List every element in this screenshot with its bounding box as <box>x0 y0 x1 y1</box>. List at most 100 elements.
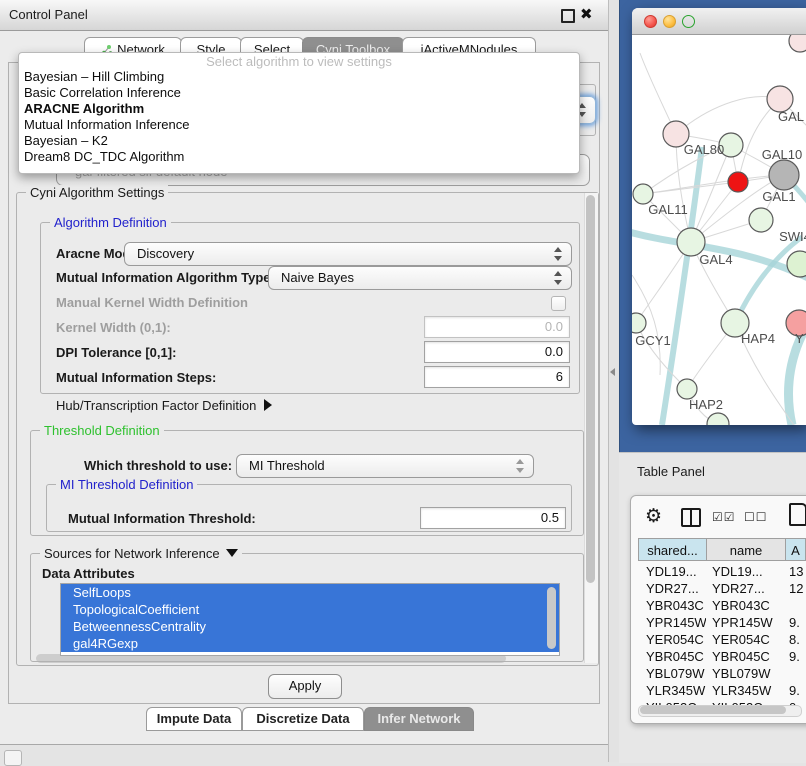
tab-discretize-data-label: Discretize Data <box>256 711 349 726</box>
table-cell: YBR043C <box>706 597 785 614</box>
apply-button[interactable]: Apply <box>268 674 342 699</box>
manual-kernel-width-label: Manual Kernel Width Definition <box>56 295 248 310</box>
table-row[interactable]: YBR045CYBR045C9. <box>638 648 806 665</box>
column-header-name[interactable]: name <box>706 538 785 561</box>
which-threshold-value: MI Threshold <box>249 455 325 477</box>
tab-impute-data[interactable]: Impute Data <box>146 707 242 731</box>
network-node-gal10[interactable] <box>769 160 799 190</box>
checked-columns-icon[interactable]: ☑☑ <box>712 510 736 524</box>
table-horizontal-scrollbar-thumb[interactable] <box>640 706 786 714</box>
control-panel-title: Control Panel <box>9 0 88 29</box>
list-scrollbar-thumb[interactable] <box>547 587 556 649</box>
table-cell: 12 <box>785 580 803 597</box>
table-row[interactable]: YDL19...YDL19...13 <box>638 563 806 580</box>
table-cell: 8. <box>785 631 800 648</box>
table-row[interactable]: YBR043CYBR043C <box>638 597 806 614</box>
node-label: GAL10 <box>762 147 802 162</box>
node-label: GAL11 <box>648 202 688 217</box>
algorithm-option[interactable]: Bayesian – K2 <box>19 133 579 149</box>
aracne-mode-combobox[interactable]: Discovery <box>124 242 572 266</box>
network-window-titlebar[interactable] <box>632 8 806 35</box>
threshold-definition-title: Threshold Definition <box>40 423 164 438</box>
algorithm-option[interactable]: ARACNE Algorithm <box>19 101 579 117</box>
unchecked-columns-icon[interactable]: ☐☐ <box>744 510 768 524</box>
hub-factor-section[interactable]: Hub/Transcription Factor Definition <box>56 398 272 413</box>
network-node-hap2[interactable] <box>677 379 697 399</box>
mi-algorithm-type-value: Naive Bayes <box>281 267 354 289</box>
tab-impute-data-label: Impute Data <box>157 711 231 726</box>
dpi-tolerance-field[interactable]: 0.0 <box>424 341 570 363</box>
network-window[interactable]: GALGAL80GAL10GAL11GAL1SWI4GAL4GCY1HAP4YH… <box>632 8 806 425</box>
table-cell: 9. <box>785 614 800 631</box>
network-node[interactable] <box>728 172 748 192</box>
data-attribute-item[interactable]: SelfLoops <box>61 584 559 601</box>
table-row[interactable]: YBL079WYBL079W <box>638 665 806 682</box>
data-attribute-item[interactable]: gal4RGexp <box>61 635 559 652</box>
table-cell: YPR145W <box>706 614 785 631</box>
mi-threshold-field[interactable]: 0.5 <box>420 507 566 529</box>
network-canvas[interactable]: GALGAL80GAL10GAL11GAL1SWI4GAL4GCY1HAP4YH… <box>632 35 806 425</box>
table-cell: YDL19... <box>706 563 785 580</box>
table-cell: YBR045C <box>706 648 785 665</box>
combo-arrows-icon <box>554 271 563 285</box>
network-node[interactable] <box>789 35 806 52</box>
table-row[interactable]: YER054CYER054C8. <box>638 631 806 648</box>
tab-discretize-data[interactable]: Discretize Data <box>242 707 364 731</box>
tab-infer-network[interactable]: Infer Network <box>364 707 474 731</box>
columns-icon[interactable] <box>681 508 701 527</box>
zoom-window-icon[interactable] <box>682 15 695 28</box>
collapse-down-icon[interactable] <box>226 549 238 557</box>
minimize-window-icon[interactable] <box>663 15 676 28</box>
node-label: Y <box>795 331 804 346</box>
algorithm-option[interactable]: Dream8 DC_TDC Algorithm <box>19 149 579 165</box>
mi-threshold-label: Mutual Information Threshold: <box>68 511 256 526</box>
node-label: GAL1 <box>762 189 795 204</box>
algorithm-option[interactable]: Bayesian – Hill Climbing <box>19 69 579 85</box>
dpi-tolerance-label: DPI Tolerance [0,1]: <box>56 345 176 360</box>
splitter-collapse-icon[interactable] <box>610 368 615 376</box>
combo-arrows-icon <box>554 247 563 261</box>
table-row[interactable]: YDR27...YDR27...12 <box>638 580 806 597</box>
node-label: SWI4 <box>779 229 806 244</box>
kernel-width-field[interactable]: 0.0 <box>424 316 570 338</box>
algorithm-definition-title: Algorithm Definition <box>50 215 171 230</box>
network-node-gal1[interactable] <box>749 208 773 232</box>
table-cell: YDR27... <box>638 580 706 597</box>
column-header-shared[interactable]: shared... <box>638 538 706 561</box>
table-row[interactable]: YPR145WYPR145W9. <box>638 614 806 631</box>
network-node[interactable] <box>707 413 729 425</box>
hub-factor-label: Hub/Transcription Factor Definition <box>56 398 256 413</box>
table-cell: YLR345W <box>638 682 706 699</box>
close-panel-icon[interactable]: ✖ <box>580 5 593 25</box>
algorithm-dropdown-popup: Select algorithm to view settings Bayesi… <box>18 52 580 174</box>
data-attribute-item[interactable]: BetweennessCentrality <box>61 618 559 635</box>
algorithm-option[interactable]: Mutual Information Inference <box>19 117 579 133</box>
table-sheet-icon[interactable] <box>789 503 806 526</box>
mi-steps-field[interactable]: 6 <box>424 366 570 388</box>
minimized-panel-icon[interactable] <box>4 750 22 766</box>
table-cell: YBR045C <box>638 648 706 665</box>
network-node-gcy1[interactable] <box>632 313 646 333</box>
float-panel-icon[interactable] <box>561 9 575 23</box>
node-label: HAP2 <box>689 397 723 412</box>
data-attribute-item[interactable]: TopologicalCoefficient <box>61 601 559 618</box>
column-header-third[interactable]: A <box>785 538 806 561</box>
sources-title-text: Sources for Network Inference <box>44 546 220 561</box>
node-label: HAP4 <box>741 331 775 346</box>
network-node-gal11[interactable] <box>633 184 653 204</box>
settings-vertical-scrollbar-thumb[interactable] <box>586 195 595 583</box>
which-threshold-combobox[interactable]: MI Threshold <box>236 454 534 478</box>
table-rows[interactable]: YDL19...YDL19...13YDR27...YDR27...12YBR0… <box>638 563 806 705</box>
mi-steps-label: Mutual Information Steps: <box>56 370 216 385</box>
data-attributes-list[interactable]: SelfLoopsTopologicalCoefficientBetweenne… <box>60 583 560 656</box>
aracne-mode-value: Discovery <box>137 243 194 265</box>
gear-icon[interactable]: ⚙ <box>645 505 662 527</box>
table-row[interactable]: YLR345WYLR345W9. <box>638 682 806 699</box>
table-cell: YBR043C <box>638 597 706 614</box>
table-cell: YDL19... <box>638 563 706 580</box>
expand-right-icon[interactable] <box>264 399 272 411</box>
algorithm-option[interactable]: Basic Correlation Inference <box>19 85 579 101</box>
manual-kernel-width-checkbox[interactable] <box>551 296 566 311</box>
mi-algorithm-type-combobox[interactable]: Naive Bayes <box>268 266 572 290</box>
close-window-icon[interactable] <box>644 15 657 28</box>
